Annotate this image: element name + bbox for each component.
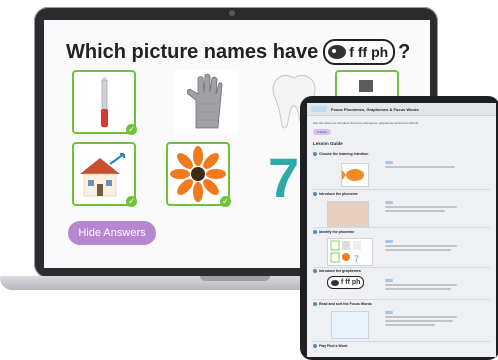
knife-icon	[101, 77, 108, 127]
teacher-badge[interactable]: Teacher	[313, 129, 331, 135]
tablet-title: Focus Phonemes, Graphemes & Focus Words	[331, 107, 419, 112]
webcam-icon	[229, 10, 235, 16]
section-dot-icon	[313, 192, 317, 196]
tile-knife[interactable]: ✓	[72, 70, 137, 135]
tablet-screen: Focus Phonemes, Graphemes & Focus Words …	[307, 103, 496, 357]
section-2[interactable]: Introduce the phoneme	[313, 192, 358, 196]
section-5[interactable]: Read and sort the Focus Words	[313, 302, 372, 306]
fish-thumbnail	[341, 163, 369, 187]
svg-text:7: 7	[354, 254, 359, 264]
section-4[interactable]: Introduce the graphemes	[313, 269, 361, 273]
partial-object-icon	[359, 80, 373, 92]
question-text: Which picture names have	[66, 40, 319, 63]
tablet-phoneme-chip[interactable]: f ff ph	[327, 276, 365, 289]
question-mark: ?	[398, 40, 411, 63]
section-dot-icon	[313, 269, 317, 273]
section-dot-icon	[313, 152, 317, 156]
lesson-guide-heading: Lesson Guide	[313, 141, 343, 146]
number-seven[interactable]: 7	[268, 145, 299, 210]
fish-icon	[328, 45, 347, 59]
tablet-tag	[311, 106, 327, 112]
question-heading: Which picture names have f ff ph ?	[66, 39, 410, 65]
check-icon: ✓	[126, 124, 137, 135]
section-dot-icon	[313, 344, 317, 348]
section-3[interactable]: Identify the phoneme	[313, 230, 354, 234]
phoneme-label: f ff ph	[349, 44, 389, 60]
house-icon	[80, 153, 125, 197]
flower-icon	[170, 146, 226, 202]
tablet-title-bar: Focus Phonemes, Graphemes & Focus Words	[307, 103, 496, 116]
sort-thumbnail	[331, 311, 369, 339]
section-1[interactable]: Choose the learning intention	[313, 152, 368, 156]
section-dot-icon	[313, 302, 317, 306]
laptop-base-notch	[200, 276, 270, 281]
phoneme-chip[interactable]: f ff ph	[323, 39, 396, 65]
section-6[interactable]: Play Find a Word	[313, 344, 347, 348]
section-dot-icon	[313, 230, 317, 234]
picture-grid-thumbnail: 7	[327, 238, 373, 266]
check-icon: ✓	[126, 196, 137, 207]
tablet-subtitle: Use the lesson to introduce the focus ph…	[313, 121, 420, 125]
hide-answers-button[interactable]: Hide Answers	[68, 221, 156, 245]
tile-house[interactable]: ✓	[72, 142, 137, 207]
photo-thumbnail	[327, 201, 369, 227]
tile-glove[interactable]	[174, 70, 238, 134]
glove-icon	[186, 73, 223, 129]
fish-icon	[331, 279, 339, 286]
check-icon: ✓	[220, 196, 231, 207]
tile-flower[interactable]: ✓	[166, 142, 231, 207]
